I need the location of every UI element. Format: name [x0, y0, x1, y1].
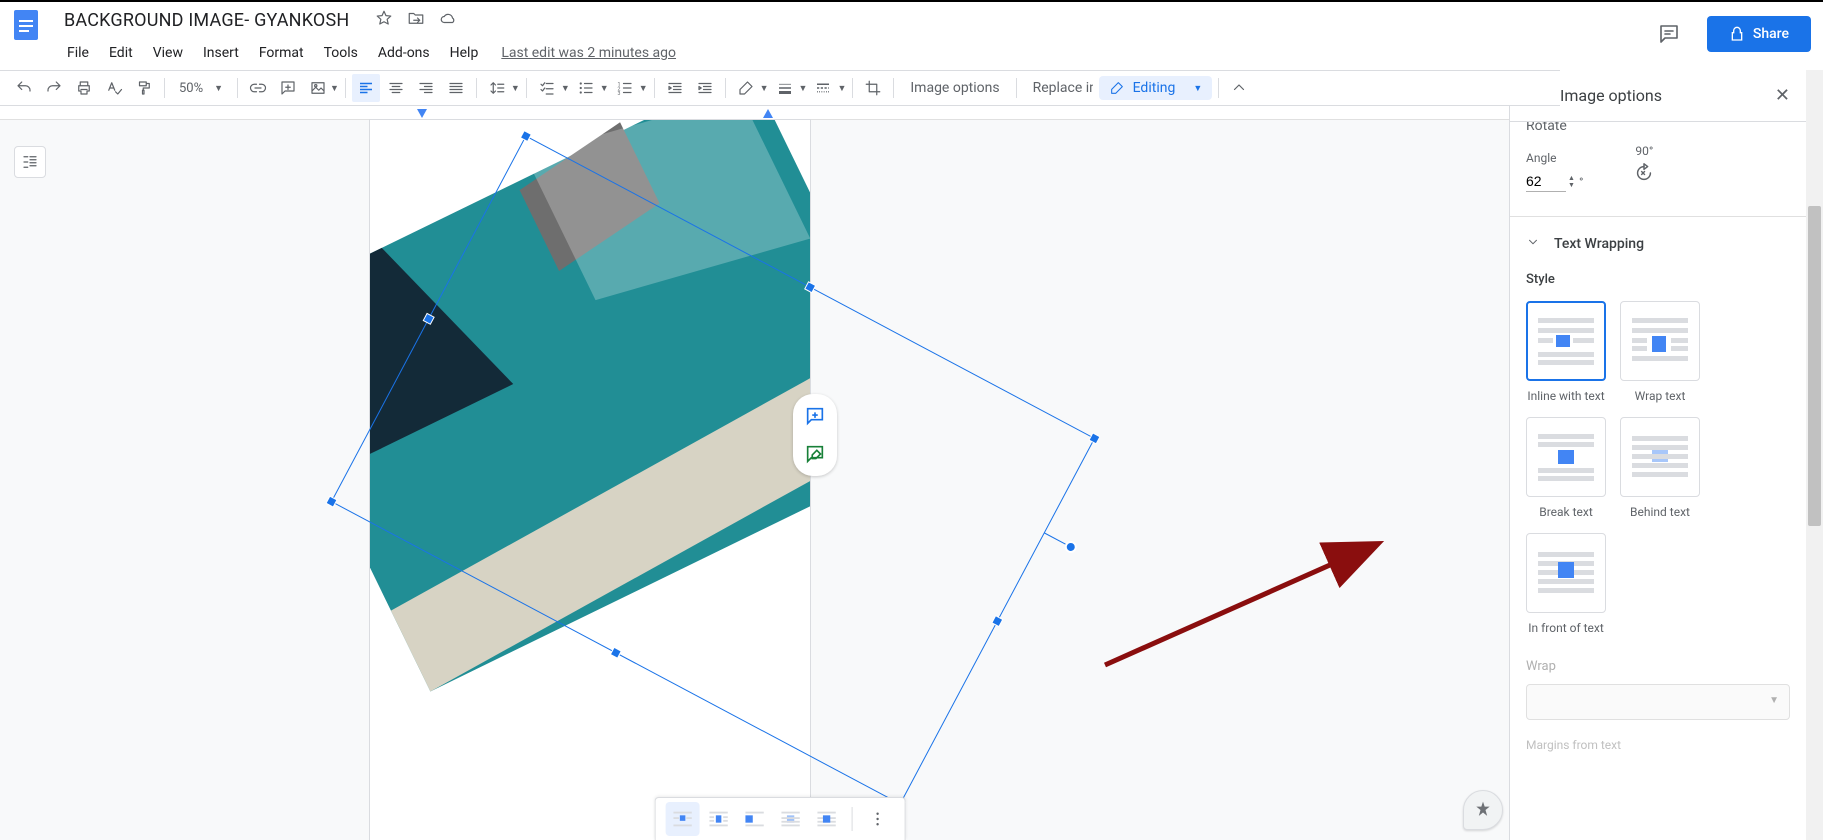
- wrap-break-icon[interactable]: [737, 802, 771, 836]
- menu-file[interactable]: File: [58, 41, 98, 65]
- wrap-opt-front[interactable]: In front of text: [1526, 533, 1606, 635]
- angle-label: Angle: [1526, 151, 1583, 165]
- crop-icon[interactable]: [859, 74, 887, 102]
- close-sidebar-icon[interactable]: ✕: [1775, 85, 1790, 106]
- menu-tools[interactable]: Tools: [315, 41, 367, 65]
- checklist-dropdown[interactable]: ▼: [533, 74, 570, 102]
- wrap-opt-wrap[interactable]: Wrap text: [1620, 301, 1700, 403]
- collapse-toolbar-icon[interactable]: [1225, 74, 1253, 102]
- image-options-button[interactable]: Image options: [900, 80, 1009, 96]
- image-wrap-toolbar: [654, 797, 905, 840]
- align-justify-icon[interactable]: [442, 74, 470, 102]
- border-color-dropdown[interactable]: ▼: [732, 74, 769, 102]
- link-icon[interactable]: [244, 74, 272, 102]
- wrap-style-grid: Inline with text Wrap text Break text Be…: [1526, 301, 1790, 635]
- text-wrapping-section[interactable]: Text Wrapping: [1526, 217, 1790, 268]
- star-icon[interactable]: [375, 9, 393, 31]
- undo-icon[interactable]: [10, 74, 38, 102]
- border-weight-dropdown[interactable]: ▼: [771, 74, 808, 102]
- last-edit-link[interactable]: Last edit was 2 minutes ago: [501, 45, 676, 61]
- angle-stepper[interactable]: ▲▼: [1568, 175, 1575, 189]
- chevron-down-icon: [1526, 235, 1540, 252]
- suggest-edits-icon[interactable]: [797, 436, 833, 472]
- sidebar-scrollbar[interactable]: [1806, 70, 1823, 840]
- redo-icon[interactable]: [40, 74, 68, 102]
- title-bar: BACKGROUND IMAGE- GYANKOSH: [0, 2, 1560, 38]
- menu-view[interactable]: View: [144, 41, 192, 65]
- document-canvas[interactable]: [0, 106, 1509, 840]
- image-options-sidebar: Image options ✕ Rotate Angle ▲▼ ° 90° Te…: [1509, 70, 1806, 840]
- show-outline-icon[interactable]: [14, 146, 46, 178]
- indent-decrease-icon[interactable]: [661, 74, 689, 102]
- angle-input[interactable]: [1526, 171, 1566, 192]
- align-center-icon[interactable]: [382, 74, 410, 102]
- margins-label: Margins from text: [1526, 738, 1790, 752]
- docs-logo-icon[interactable]: [6, 4, 46, 44]
- bullet-list-dropdown[interactable]: ▼: [572, 74, 609, 102]
- wrap-inline-icon[interactable]: [665, 802, 699, 836]
- indent-increase-icon[interactable]: [691, 74, 719, 102]
- selected-image[interactable]: [370, 120, 810, 691]
- zoom-select[interactable]: 50%▼: [171, 81, 231, 96]
- style-label: Style: [1526, 272, 1790, 287]
- svg-text:3: 3: [617, 91, 620, 97]
- toolbar: 50%▼ ▼ ▼ ▼ ▼ 123▼ ▼ ▼ ▼ Image options Re…: [0, 70, 1560, 106]
- header: BACKGROUND IMAGE- GYANKOSH File Edit Vie…: [0, 2, 1560, 68]
- add-comment-icon[interactable]: [797, 398, 833, 434]
- explore-button[interactable]: [1463, 790, 1503, 830]
- wrap-opt-inline[interactable]: Inline with text: [1526, 301, 1606, 403]
- left-indent-marker[interactable]: [416, 108, 428, 120]
- position-options-icon[interactable]: [860, 802, 894, 836]
- right-indent-marker[interactable]: [762, 108, 774, 120]
- sidebar-title: Image options: [1560, 86, 1662, 105]
- doc-title[interactable]: BACKGROUND IMAGE- GYANKOSH: [58, 8, 355, 33]
- share-button[interactable]: Share: [1707, 16, 1811, 52]
- align-left-icon[interactable]: [352, 74, 380, 102]
- menu-insert[interactable]: Insert: [194, 41, 248, 65]
- cloud-status-icon[interactable]: [439, 9, 457, 31]
- move-icon[interactable]: [407, 9, 425, 31]
- page: [370, 120, 810, 840]
- menu-addons[interactable]: Add-ons: [369, 41, 439, 65]
- menu-help[interactable]: Help: [441, 41, 488, 65]
- menu-bar: File Edit View Insert Format Tools Add-o…: [0, 38, 1560, 68]
- add-comment-icon[interactable]: [274, 74, 302, 102]
- open-comments-icon[interactable]: [1649, 14, 1689, 54]
- ruler[interactable]: [0, 106, 1509, 120]
- rotate-90-label: 90°: [1635, 144, 1653, 158]
- header-right: Share: [1649, 14, 1811, 54]
- floating-comment-panel: [793, 394, 837, 476]
- paint-format-icon[interactable]: [130, 74, 158, 102]
- replace-image-button[interactable]: Replace image: [1023, 80, 1093, 96]
- wrap-text-icon[interactable]: [701, 802, 735, 836]
- insert-image-dropdown[interactable]: ▼: [304, 74, 339, 102]
- rotate-90-icon[interactable]: [1633, 162, 1655, 188]
- print-icon[interactable]: [70, 74, 98, 102]
- wrap-opt-break[interactable]: Break text: [1526, 417, 1606, 519]
- share-label: Share: [1753, 26, 1789, 42]
- wrap-opt-behind[interactable]: Behind text: [1620, 417, 1700, 519]
- wrap-behind-icon[interactable]: [773, 802, 807, 836]
- numbered-list-dropdown[interactable]: 123▼: [611, 74, 648, 102]
- menu-format[interactable]: Format: [250, 41, 313, 65]
- align-right-icon[interactable]: [412, 74, 440, 102]
- border-dash-dropdown[interactable]: ▼: [809, 74, 846, 102]
- wrap-front-icon[interactable]: [809, 802, 843, 836]
- editing-mode-pill[interactable]: Editing ▼: [1099, 76, 1213, 100]
- spellcheck-icon[interactable]: [100, 74, 128, 102]
- wrap-dropdown[interactable]: [1526, 684, 1790, 720]
- line-spacing-dropdown[interactable]: ▼: [483, 74, 520, 102]
- rotate-heading-partial: Rotate: [1526, 122, 1790, 134]
- wrap-label: Wrap: [1526, 659, 1790, 674]
- menu-edit[interactable]: Edit: [100, 41, 142, 65]
